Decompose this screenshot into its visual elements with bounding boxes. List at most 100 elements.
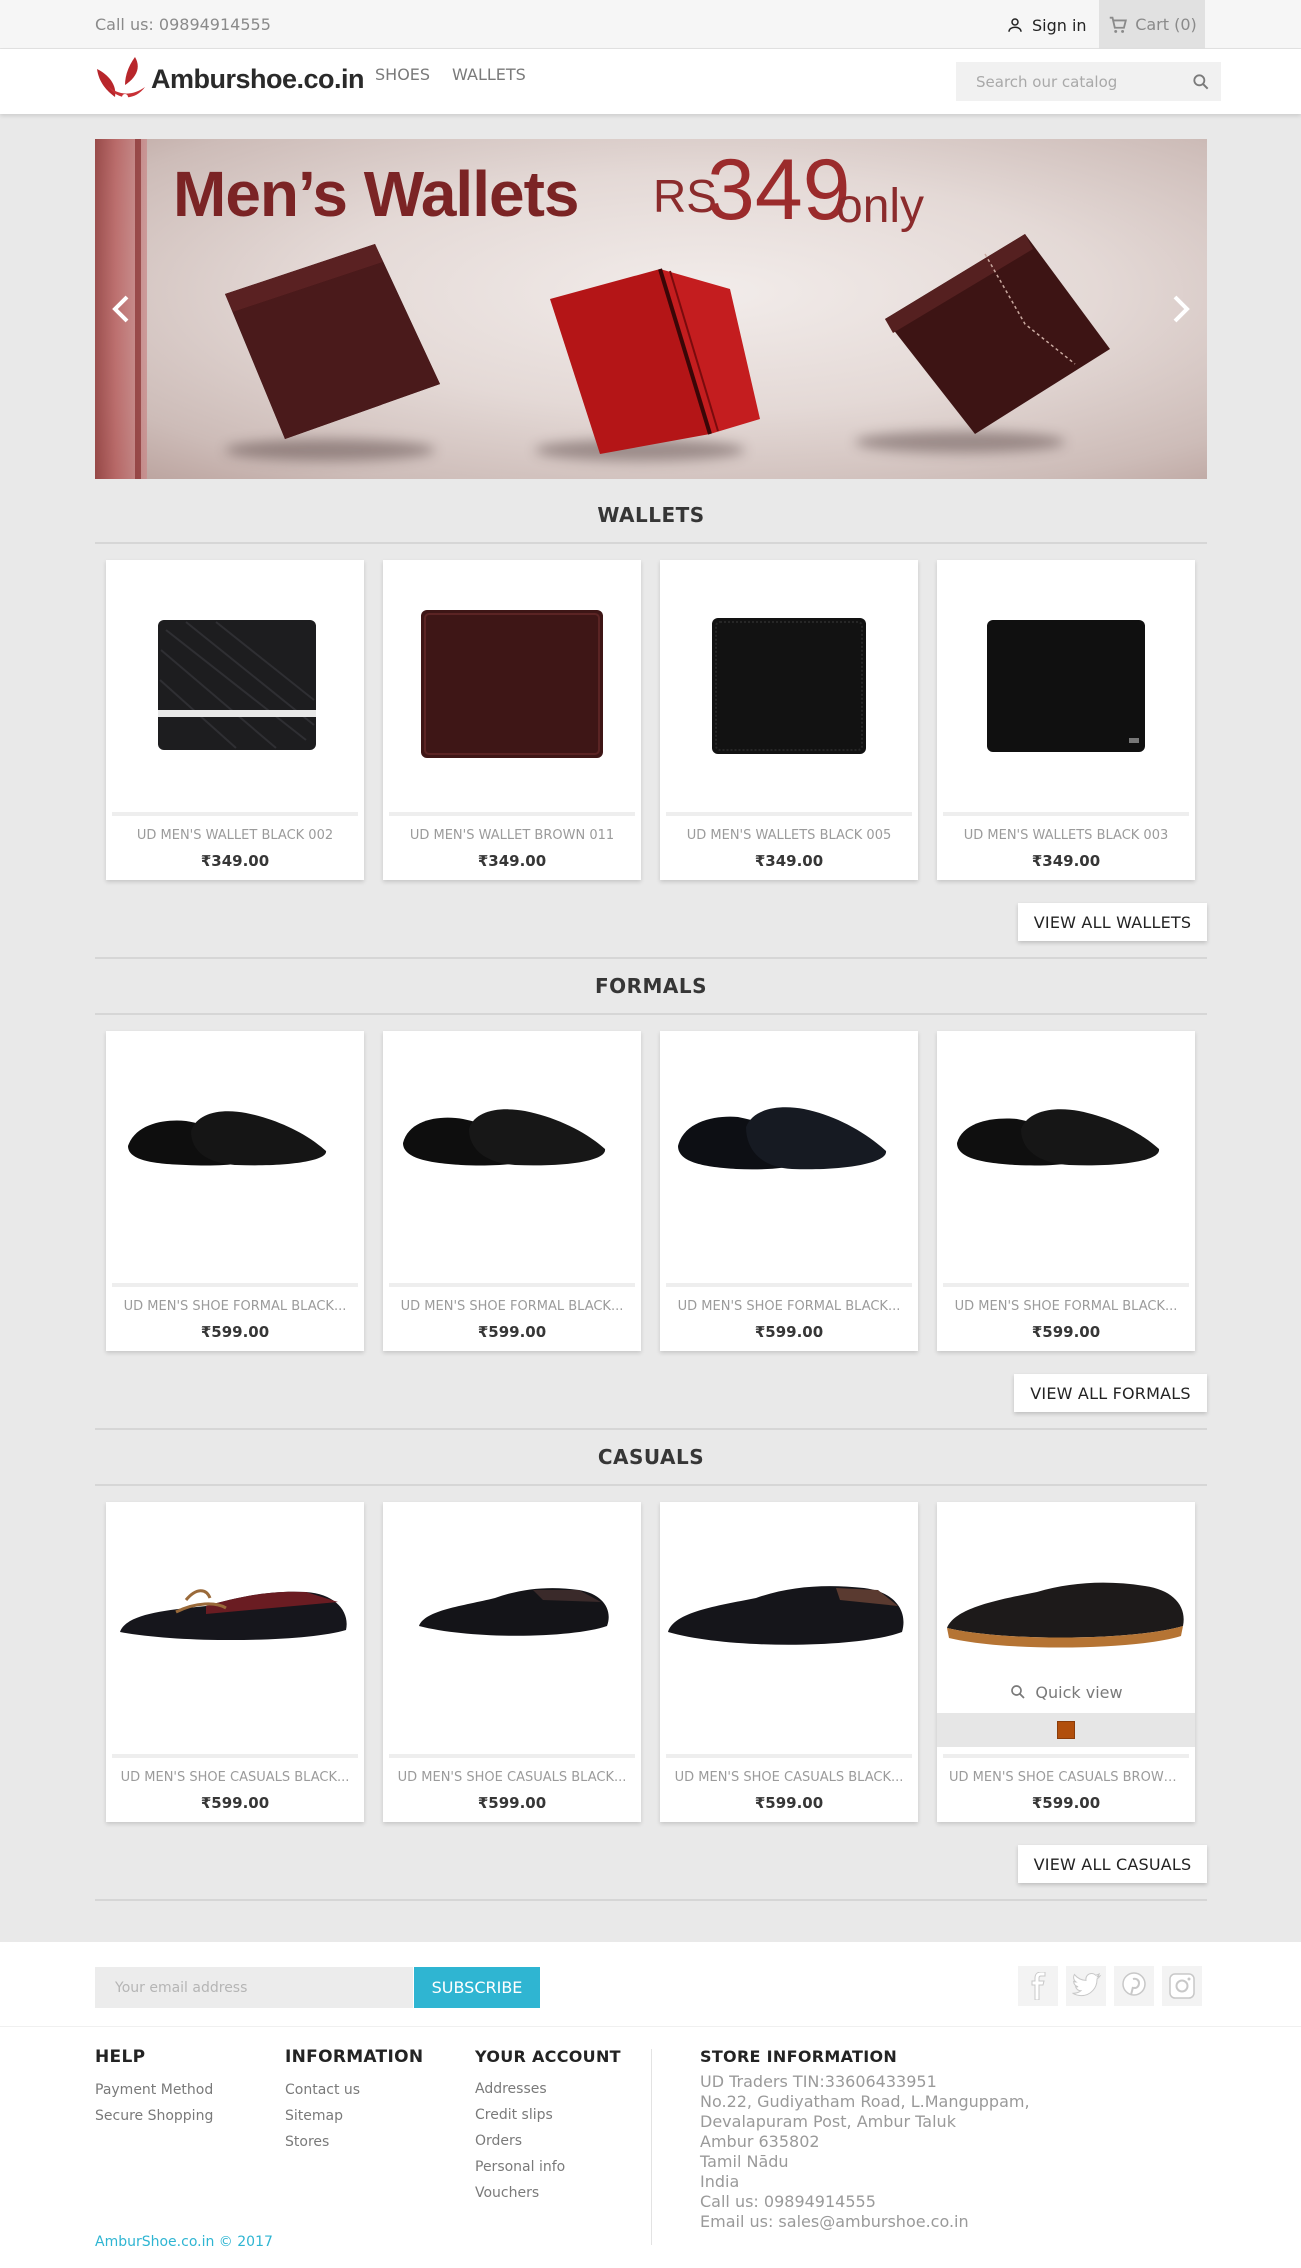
footer-help-title: HELP [95, 2047, 146, 2067]
product-card[interactable]: UD MEN'S WALLET BLACK 002 ₹349.00 [106, 560, 364, 880]
banner-wallet-textured-image [885, 234, 1110, 434]
site-header: Amburshoe.co.in SHOES WALLETS [0, 49, 1301, 114]
quick-view-button[interactable]: Quick view [937, 1673, 1195, 1711]
site-logo[interactable]: Amburshoe.co.in [95, 55, 365, 103]
section-title-formals: FORMALS [594, 974, 708, 998]
product-name[interactable]: UD MEN'S WALLETS BLACK 003 [937, 828, 1195, 843]
product-name[interactable]: UD MEN'S WALLET BLACK 002 [106, 828, 364, 843]
product-card[interactable]: UD MEN'S WALLETS BLACK 003 ₹349.00 [937, 560, 1195, 880]
product-name[interactable]: UD MEN'S SHOE CASUALS BLACK... [383, 1770, 641, 1785]
footer-link[interactable]: Addresses [475, 2076, 621, 2102]
product-card[interactable]: UD MEN'S SHOE FORMAL BLACK... ₹599.00 [937, 1031, 1195, 1351]
product-card[interactable]: UD MEN'S SHOE FORMAL BLACK... ₹599.00 [383, 1031, 641, 1351]
card-separator [112, 1283, 358, 1287]
card-separator [112, 1754, 358, 1758]
card-separator [389, 812, 635, 816]
search-icon [1011, 1685, 1026, 1699]
quick-view-label: Quick view [1035, 1682, 1123, 1702]
store-information: STORE INFORMATION UD Traders TIN:3360643… [700, 2047, 1030, 2232]
footer-information-title: INFORMATION [285, 2047, 424, 2067]
product-price: ₹349.00 [754, 852, 824, 870]
facebook-icon[interactable] [1018, 1966, 1058, 2006]
product-image [419, 1588, 609, 1636]
hero-carousel[interactable]: Men’s Wallets RS 349 only [95, 139, 1207, 479]
product-name[interactable]: UD MEN'S SHOE FORMAL BLACK... [383, 1299, 641, 1314]
banner-title: Men’s Wallets [173, 158, 579, 230]
product-name[interactable]: UD MEN'S SHOE FORMAL BLACK... [937, 1299, 1195, 1314]
product-card[interactable]: UD MEN'S SHOE CASUALS BLACK... ₹599.00 [106, 1502, 364, 1822]
product-card[interactable]: UD MEN'S WALLET BROWN 011 ₹349.00 [383, 560, 641, 880]
product-image [987, 620, 1145, 752]
product-name[interactable]: UD MEN'S SHOE CASUALS BLACK... [660, 1770, 918, 1785]
product-card[interactable]: Quick view UD MEN'S SHOE CASUALS BROWN..… [937, 1502, 1195, 1822]
twitter-icon[interactable] [1066, 1966, 1106, 2006]
product-card[interactable]: UD MEN'S SHOE FORMAL BLACK... ₹599.00 [660, 1031, 918, 1351]
product-price: ₹599.00 [754, 1323, 824, 1341]
carousel-prev-icon[interactable] [107, 289, 137, 329]
menu-item-wallets[interactable]: WALLETS [452, 65, 526, 84]
banner-price: 349 [707, 142, 851, 238]
store-email[interactable]: Email us: sales@amburshoe.co.in [700, 2212, 1030, 2232]
search-input[interactable] [956, 62, 1181, 101]
product-name[interactable]: UD MEN'S SHOE CASUALS BROWN... [937, 1770, 1195, 1785]
product-name[interactable]: UD MEN'S SHOE FORMAL BLACK... [660, 1299, 918, 1314]
copyright-link[interactable]: AmburShoe.co.in © 2017 [95, 2234, 273, 2250]
footer-information: INFORMATION Contact us Sitemap Stores [285, 2047, 423, 2155]
card-separator [389, 1754, 635, 1758]
banner-wallet-red-image [550, 268, 760, 454]
carousel-next-icon[interactable] [1165, 289, 1195, 329]
cart-button[interactable]: Cart (0) [1099, 0, 1205, 49]
sign-in-label: Sign in [1032, 15, 1087, 35]
product-price: ₹599.00 [200, 1794, 270, 1812]
product-name[interactable]: UD MEN'S SHOE FORMAL BLACK... [106, 1299, 364, 1314]
store-line: Call us: 09894914555 [700, 2192, 876, 2211]
footer-link[interactable]: Contact us [285, 2077, 423, 2103]
newsletter-email-input[interactable] [95, 1967, 413, 2008]
instagram-icon[interactable] [1162, 1966, 1202, 2006]
search-icon[interactable] [1191, 72, 1211, 92]
sign-in-link[interactable]: Sign in [1006, 13, 1087, 37]
store-line: Devalapuram Post, Ambur Taluk [700, 2112, 956, 2131]
footer-link[interactable]: Secure Shopping [95, 2103, 213, 2129]
product-image [678, 1107, 887, 1170]
product-price: ₹599.00 [200, 1323, 270, 1341]
product-card[interactable]: UD MEN'S SHOE CASUALS BLACK... ₹599.00 [383, 1502, 641, 1822]
view-all-casuals-button[interactable]: VIEW ALL CASUALS [1018, 1845, 1207, 1883]
search-widget [956, 62, 1221, 101]
footer-link[interactable]: Sitemap [285, 2103, 423, 2129]
footer-divider [651, 2049, 652, 2245]
product-price: ₹599.00 [477, 1323, 547, 1341]
view-all-wallets-button[interactable]: VIEW ALL WALLETS [1018, 903, 1207, 941]
section-divider [95, 1428, 1207, 1430]
section-divider [95, 1899, 1207, 1901]
color-swatch-brown[interactable] [1057, 1721, 1075, 1739]
footer-link[interactable]: Credit slips [475, 2102, 621, 2128]
subscribe-button[interactable]: SUBSCRIBE [414, 1967, 540, 2008]
footer-account-title: YOUR ACCOUNT [475, 2047, 621, 2066]
product-name[interactable]: UD MEN'S SHOE CASUALS BLACK... [106, 1770, 364, 1785]
footer-link[interactable]: Orders [475, 2128, 621, 2154]
pinterest-icon[interactable] [1114, 1966, 1154, 2006]
view-all-formals-button[interactable]: VIEW ALL FORMALS [1014, 1374, 1207, 1412]
footer-link[interactable]: Payment Method [95, 2077, 213, 2103]
menu-item-shoes[interactable]: SHOES [375, 65, 430, 84]
footer-link[interactable]: Personal info [475, 2154, 621, 2180]
banner-suffix: only [836, 180, 925, 233]
product-name[interactable]: UD MEN'S WALLETS BLACK 005 [660, 828, 918, 843]
user-icon [1008, 18, 1022, 32]
footer-account: YOUR ACCOUNT Addresses Credit slips Orde… [475, 2047, 621, 2206]
product-price: ₹349.00 [477, 852, 547, 870]
product-card[interactable]: UD MEN'S WALLETS BLACK 005 ₹349.00 [660, 560, 918, 880]
product-card[interactable]: UD MEN'S SHOE FORMAL BLACK... ₹599.00 [106, 1031, 364, 1351]
footer-help: HELP Payment Method Secure Shopping [95, 2047, 213, 2129]
product-name[interactable]: UD MEN'S WALLET BROWN 011 [383, 828, 641, 843]
product-card[interactable]: UD MEN'S SHOE CASUALS BLACK... ₹599.00 [660, 1502, 918, 1822]
footer-link[interactable]: Stores [285, 2129, 423, 2155]
store-line: India [700, 2172, 740, 2191]
store-line: No.22, Gudiyatham Road, L.Manguppam, [700, 2092, 1030, 2111]
card-separator [943, 1283, 1189, 1287]
site-footer: HELP Payment Method Secure Shopping INFO… [0, 2026, 1301, 2268]
contact-phone: Call us: 09894914555 [95, 15, 271, 34]
footer-link[interactable]: Vouchers [475, 2180, 621, 2206]
section-title-casuals: CASUALS [597, 1445, 705, 1469]
